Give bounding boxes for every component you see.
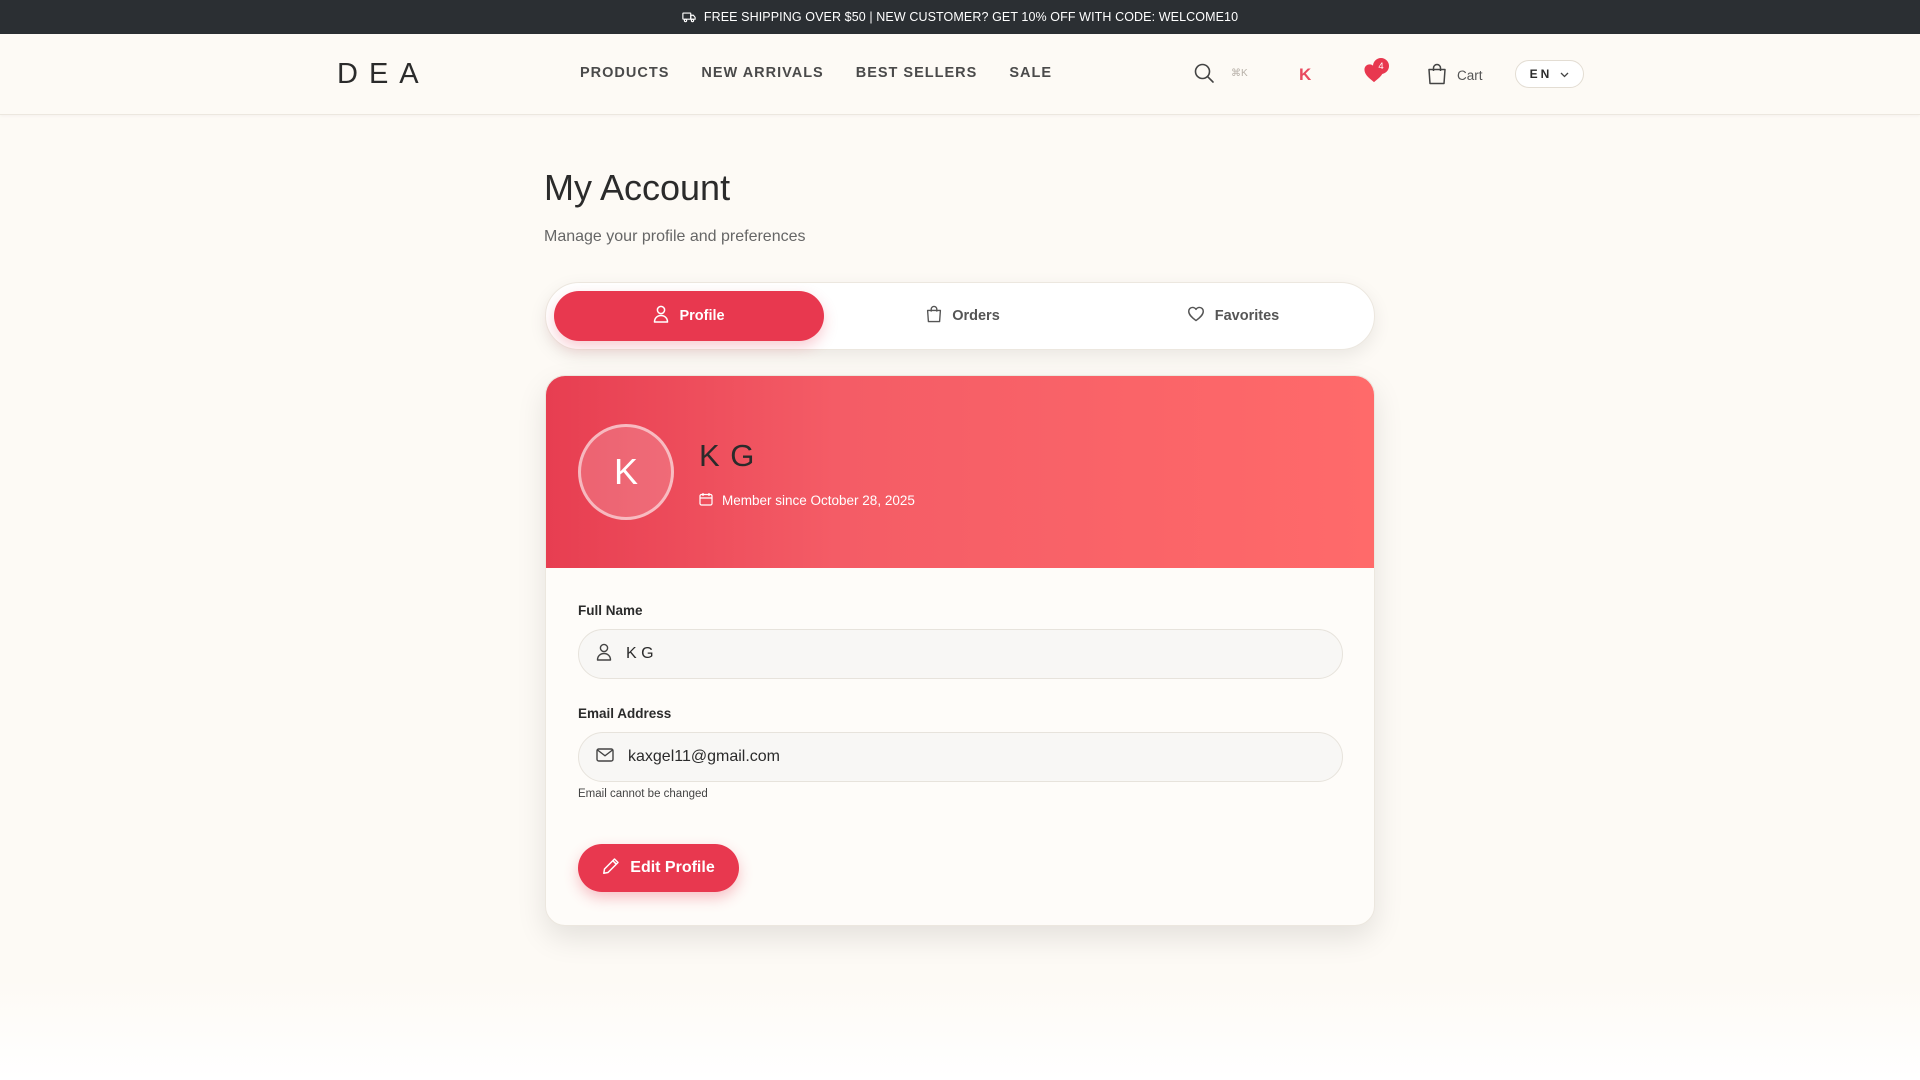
email-value: kaxgel11@gmail.com <box>628 748 781 765</box>
tab-favorites[interactable]: Favorites <box>1098 291 1368 341</box>
language-selector[interactable]: EN <box>1515 60 1584 88</box>
nav-sale[interactable]: SALE <box>1009 65 1052 81</box>
site-header: DEA PRODUCTS NEW ARRIVALS BEST SELLERS S… <box>0 34 1920 115</box>
language-code: EN <box>1529 67 1553 81</box>
mail-icon <box>596 747 614 767</box>
promo-bar: FREE SHIPPING OVER $50 | NEW CUSTOMER? G… <box>0 0 1920 34</box>
search-button[interactable] <box>1193 62 1215 89</box>
promo-text: FREE SHIPPING OVER $50 | NEW CUSTOMER? G… <box>703 10 1239 24</box>
email-field[interactable]: kaxgel11@gmail.com <box>578 732 1343 782</box>
profile-hero: K K G Member since October 28, 2025 <box>546 376 1374 568</box>
profile-card: K K G Member since October 28, 2025 Full… <box>545 375 1375 926</box>
cart-button[interactable]: Cart <box>1427 63 1483 88</box>
wishlist-count-badge: 4 <box>1373 58 1389 74</box>
heart-icon <box>1187 306 1205 326</box>
member-since: Member since October 28, 2025 <box>699 492 915 509</box>
main-nav: PRODUCTS NEW ARRIVALS BEST SELLERS SALE <box>580 65 1052 81</box>
full-name-field[interactable]: K G <box>578 629 1343 679</box>
tab-profile[interactable]: Profile <box>554 291 824 341</box>
search-icon <box>1193 62 1215 89</box>
search-shortcut-hint: ⌘K <box>1231 68 1248 79</box>
profile-name: K G <box>699 438 756 473</box>
calendar-icon <box>699 492 713 509</box>
edit-profile-label: Edit Profile <box>630 859 715 876</box>
nav-new-arrivals[interactable]: NEW ARRIVALS <box>701 65 823 81</box>
page-subtitle: Manage your profile and preferences <box>544 228 806 245</box>
cart-label: Cart <box>1457 68 1483 83</box>
email-label: Email Address <box>578 706 672 721</box>
nav-best-sellers[interactable]: BEST SELLERS <box>856 65 978 81</box>
avatar: K <box>578 424 674 520</box>
chevron-down-icon <box>1560 67 1569 81</box>
shopping-bag-icon <box>926 305 942 327</box>
shopping-bag-icon <box>1427 63 1447 88</box>
tab-orders[interactable]: Orders <box>828 291 1098 341</box>
tab-label: Profile <box>679 308 725 324</box>
user-icon <box>653 305 669 327</box>
edit-profile-button[interactable]: Edit Profile <box>578 844 739 892</box>
logo[interactable]: DEA <box>337 58 430 91</box>
page-bottom-fade <box>0 980 1920 1080</box>
tab-label: Favorites <box>1214 308 1280 324</box>
user-icon <box>596 643 612 666</box>
user-account-button[interactable]: K <box>1299 65 1311 85</box>
full-name-label: Full Name <box>578 603 643 618</box>
page-title: My Account <box>544 167 731 208</box>
nav-products[interactable]: PRODUCTS <box>580 65 669 81</box>
tab-label: Orders <box>952 308 1000 324</box>
full-name-value: K G <box>626 645 654 662</box>
email-note: Email cannot be changed <box>578 788 708 800</box>
pencil-icon <box>602 857 620 880</box>
member-since-text: Member since October 28, 2025 <box>722 493 915 508</box>
account-tabs: Profile Orders Favorites <box>545 282 1375 350</box>
truck-icon <box>682 11 696 23</box>
